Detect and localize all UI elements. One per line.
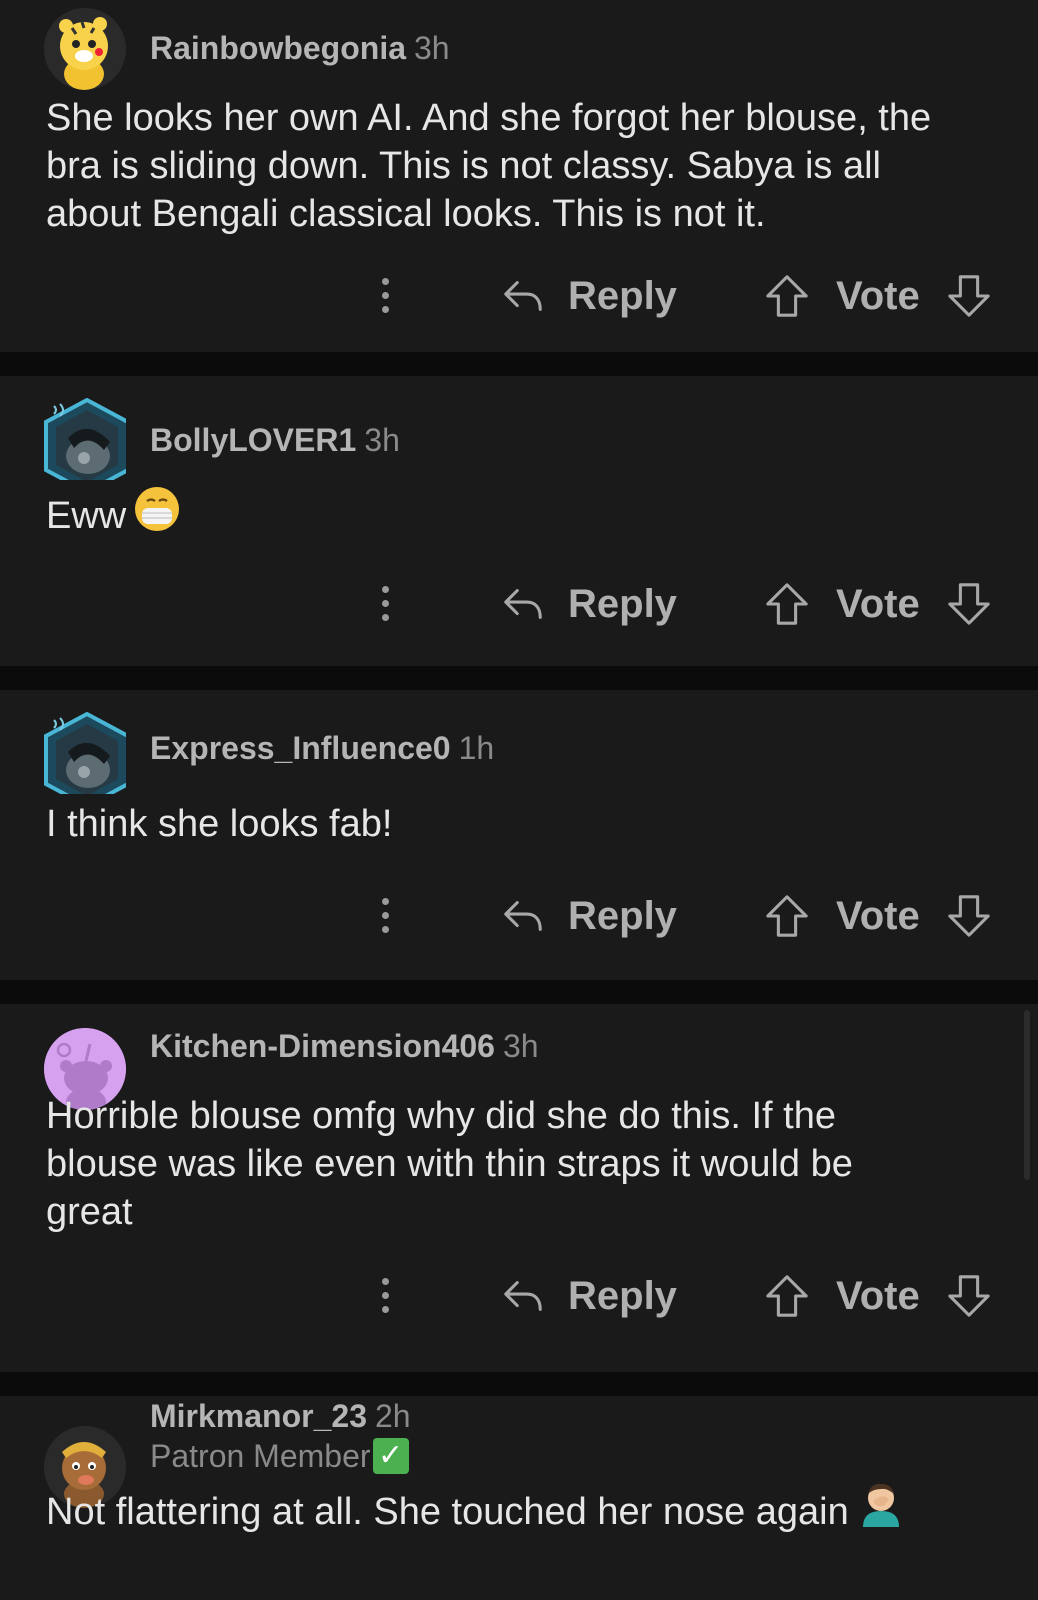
comment-meta: Kitchen-Dimension406 3h bbox=[150, 1026, 539, 1066]
vote-label: Vote bbox=[836, 274, 920, 318]
reply-arrow-icon bbox=[500, 893, 546, 939]
more-options-icon[interactable] bbox=[370, 574, 400, 634]
reply-label: Reply bbox=[568, 273, 677, 318]
username[interactable]: Kitchen-Dimension406 bbox=[150, 1028, 495, 1064]
upvote-arrow-icon bbox=[764, 1272, 810, 1320]
comment-actions: Reply Vote bbox=[0, 886, 1038, 946]
comment-line: Horrible blouse omfg why did she do this… bbox=[46, 1095, 836, 1137]
upvote-arrow-icon bbox=[764, 892, 810, 940]
more-options-icon[interactable] bbox=[370, 266, 400, 326]
scrollbar[interactable] bbox=[1024, 1010, 1030, 1180]
comment-actions: Reply Vote bbox=[0, 266, 1038, 326]
face-with-medical-mask-icon bbox=[134, 486, 180, 544]
comment-body: Horrible blouse omfg why did she do this… bbox=[46, 1092, 1006, 1236]
comment-line: blouse was like even with thin straps it… bbox=[46, 1143, 853, 1185]
comment-body: Not flattering at all. She touched her n… bbox=[46, 1483, 1006, 1539]
flair-text: Patron Member bbox=[150, 1438, 371, 1474]
man-facepalming-icon bbox=[859, 1481, 903, 1539]
comment-text: Not flattering at all. She touched her n… bbox=[46, 1491, 849, 1533]
reply-button[interactable]: Reply bbox=[500, 574, 677, 634]
timestamp: 3h bbox=[414, 30, 450, 66]
upvote-button[interactable] bbox=[764, 1266, 810, 1326]
downvote-button[interactable] bbox=[946, 574, 992, 634]
downvote-arrow-icon bbox=[946, 580, 992, 628]
comment-meta: Mirkmanor_23 2h bbox=[150, 1396, 411, 1436]
reply-arrow-icon bbox=[500, 273, 546, 319]
reply-label: Reply bbox=[568, 893, 677, 938]
check-mark-icon: ✓ bbox=[372, 1437, 409, 1474]
timestamp: 3h bbox=[364, 422, 400, 458]
vote-label: Vote bbox=[836, 1274, 920, 1318]
reply-label: Reply bbox=[568, 581, 677, 626]
hexagon-avatar-icon bbox=[44, 398, 126, 480]
vote-label: Vote bbox=[836, 894, 920, 938]
more-options-icon[interactable] bbox=[370, 1266, 400, 1326]
comment-actions: Reply Vote bbox=[0, 574, 1038, 634]
comment-body: She looks her own AI. And she forgot her… bbox=[46, 94, 1006, 238]
upvote-button[interactable] bbox=[764, 574, 810, 634]
upvote-arrow-icon bbox=[764, 580, 810, 628]
avatar[interactable] bbox=[44, 712, 126, 794]
avatar[interactable] bbox=[44, 8, 126, 90]
timestamp: 1h bbox=[458, 730, 495, 766]
comment-body: Eww bbox=[46, 487, 1006, 544]
comment-meta: Rainbowbegonia 3h bbox=[150, 28, 450, 68]
comment-card: Rainbowbegonia 3h She looks her own AI. A… bbox=[0, 0, 1038, 352]
downvote-arrow-icon bbox=[946, 272, 992, 320]
username[interactable]: Express_Influence0 bbox=[150, 730, 451, 766]
upvote-button[interactable] bbox=[764, 886, 810, 946]
downvote-button[interactable] bbox=[946, 1266, 992, 1326]
comment-actions: Reply Vote bbox=[0, 1266, 1038, 1326]
reply-arrow-icon bbox=[500, 581, 546, 627]
comment-line: Eww bbox=[46, 487, 1006, 544]
comment-card: BollyLOVER1 3h Eww Reply Vote bbox=[0, 376, 1038, 666]
comment-body: I think she looks fab! bbox=[46, 800, 1006, 848]
avatar[interactable] bbox=[44, 398, 126, 480]
reply-label: Reply bbox=[568, 1273, 677, 1318]
comment-line: about Bengali classical looks. This is n… bbox=[46, 193, 766, 235]
timestamp: 3h bbox=[502, 1028, 539, 1064]
comment-meta: Express_Influence0 1h bbox=[150, 728, 494, 768]
reply-button[interactable]: Reply bbox=[500, 886, 677, 946]
downvote-button[interactable] bbox=[946, 266, 992, 326]
username[interactable]: Mirkmanor_23 bbox=[150, 1398, 367, 1434]
upvote-arrow-icon bbox=[764, 272, 810, 320]
comment-card: Mirkmanor_23 2h Patron Member ✓ Not flatte… bbox=[0, 1396, 1038, 1600]
upvote-button[interactable] bbox=[764, 266, 810, 326]
downvote-arrow-icon bbox=[946, 892, 992, 940]
comment-line: She looks her own AI. And she forgot her… bbox=[46, 97, 932, 139]
comment-line: bra is sliding down. This is not classy.… bbox=[46, 145, 881, 187]
comment-line: I think she looks fab! bbox=[46, 803, 393, 845]
comment-card: Kitchen-Dimension406 3h Horrible blouse o… bbox=[0, 1004, 1038, 1372]
comment-line: Not flattering at all. She touched her n… bbox=[46, 1483, 1006, 1539]
snoo-avatar-icon bbox=[44, 8, 126, 90]
reply-arrow-icon bbox=[500, 1273, 546, 1319]
comment-card: Express_Influence0 1h I think she looks f… bbox=[0, 690, 1038, 980]
hexagon-avatar-icon bbox=[44, 712, 126, 794]
reply-button[interactable]: Reply bbox=[500, 266, 677, 326]
comment-line: great bbox=[46, 1191, 133, 1233]
user-flair: Patron Member ✓ bbox=[150, 1436, 409, 1476]
reply-button[interactable]: Reply bbox=[500, 1266, 677, 1326]
comment-meta: BollyLOVER1 3h bbox=[150, 420, 400, 460]
vote-label: Vote bbox=[836, 582, 920, 626]
timestamp: 2h bbox=[374, 1398, 411, 1434]
username[interactable]: BollyLOVER1 bbox=[150, 422, 356, 458]
more-options-icon[interactable] bbox=[370, 886, 400, 946]
username[interactable]: Rainbowbegonia bbox=[150, 30, 406, 66]
downvote-button[interactable] bbox=[946, 886, 992, 946]
downvote-arrow-icon bbox=[946, 1272, 992, 1320]
comment-text: Eww bbox=[46, 495, 127, 538]
